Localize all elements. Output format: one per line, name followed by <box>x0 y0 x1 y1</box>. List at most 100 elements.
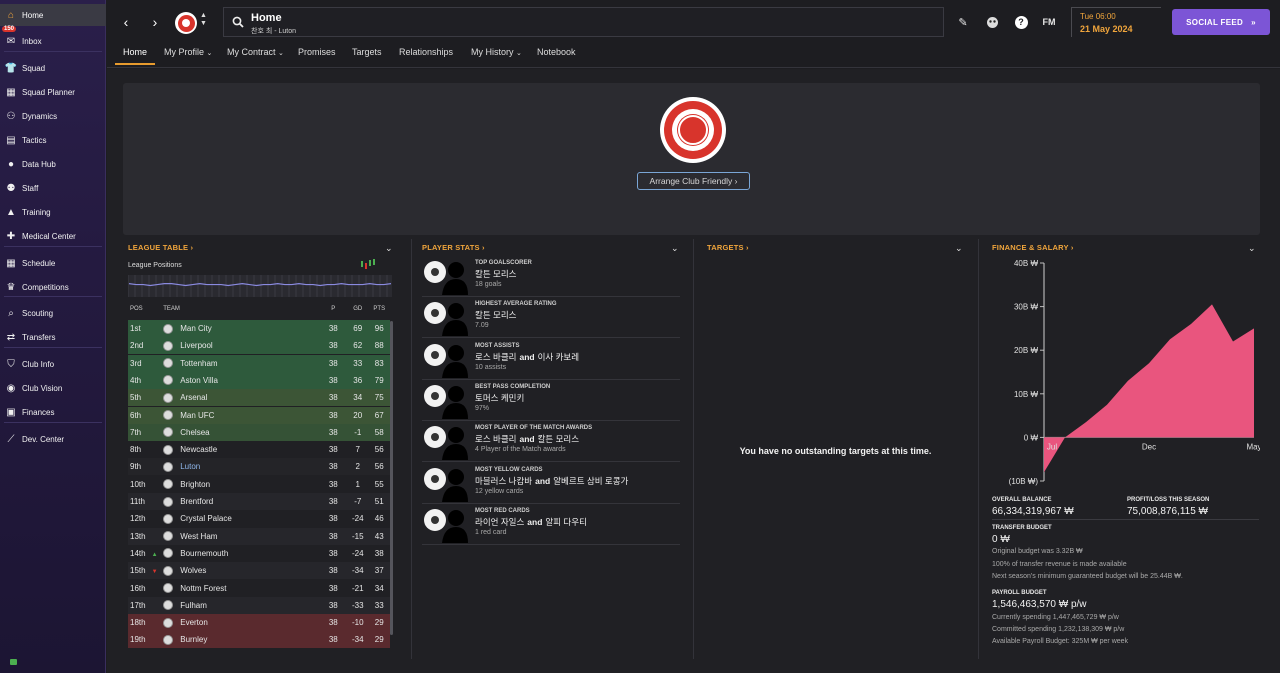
scrollbar[interactable] <box>390 321 393 635</box>
targets-panel: TARGETS › ⌄ You have no outstanding targ… <box>707 243 969 659</box>
stat-sub: 12 yellow cards <box>475 487 524 495</box>
help-icon[interactable]: ? <box>1013 14 1029 30</box>
assist-icon <box>422 342 468 378</box>
table-row[interactable]: 17th Fulham 38 -33 33 <box>128 596 390 614</box>
player-stat-item[interactable]: MOST ASSISTS 로스 바클리 and 이사 카보레 10 assists <box>422 340 680 380</box>
league-table-title[interactable]: LEAGUE TABLE › <box>128 243 193 252</box>
club-crest-icon <box>163 323 174 334</box>
sidebar-item-data-hub[interactable]: ● Data Hub <box>0 153 106 175</box>
club-crest-button[interactable] <box>175 12 197 34</box>
table-row[interactable]: 9th Luton 38 2 56 <box>128 458 390 476</box>
table-row[interactable]: 7th Chelsea 38 -1 58 <box>128 423 390 441</box>
targets-title[interactable]: TARGETS › <box>707 243 749 252</box>
player-stat-item[interactable]: TOP GOALSCORER 칼튼 모리스 18 goals <box>422 257 680 297</box>
player-stat-item[interactable]: HIGHEST AVERAGE RATING 칼튼 모리스 7.09 <box>422 298 680 339</box>
sidebar-item-scouting[interactable]: ⌕ Scouting <box>0 302 106 324</box>
stat-sub: 97% <box>475 404 490 412</box>
table-row[interactable]: 12th Crystal Palace 38 -24 46 <box>128 510 390 528</box>
tab-notebook[interactable]: Notebook <box>537 47 576 65</box>
chevron-down-icon[interactable]: ⌄ <box>955 243 963 254</box>
divider <box>978 239 979 659</box>
club-crest-icon <box>163 583 174 593</box>
table-cell-team: Arsenal <box>163 392 319 403</box>
social-feed-button[interactable]: SOCIAL FEED » <box>1172 9 1270 35</box>
finance-title[interactable]: FINANCE & SALARY › <box>992 243 1074 252</box>
table-cell-pts: 55 <box>374 479 384 489</box>
table-cell-gd: 33 <box>353 358 363 368</box>
club-crest-icon <box>163 634 174 645</box>
table-cell-played: 38 <box>328 324 338 333</box>
training-icon: ▲ <box>6 206 16 218</box>
sidebar-item-medical-center[interactable]: ✚ Medical Center <box>0 225 106 247</box>
table-row[interactable]: 3rd Tottenham 38 33 83 <box>128 354 390 372</box>
sidebar-item-label: Transfers <box>22 332 56 342</box>
player-stat-item[interactable]: MOST RED CARDS 라이언 자일스 and 알피 다우티 1 red card <box>422 505 680 545</box>
table-row[interactable]: 15th ▼ Wolves 38 -34 37 <box>128 562 390 580</box>
chevron-down-icon[interactable]: ⌄ <box>671 243 679 254</box>
tab-my-history[interactable]: My History ⌄ <box>471 47 522 65</box>
table-row[interactable]: 5th Arsenal 38 34 75 <box>128 389 390 407</box>
table-cell-gd: -1 <box>354 427 362 437</box>
player-stat-item[interactable]: MOST YELLOW CARDS 마블러스 나캄바 and 알베르트 삼비 로콩가 1… <box>422 464 680 504</box>
sidebar-item-home[interactable]: ⌂ Home <box>0 4 106 26</box>
tab-home[interactable]: Home <box>115 47 156 65</box>
sidebar-item-schedule[interactable]: ▦ Schedule <box>0 252 106 274</box>
table-row[interactable]: 2nd Liverpool 38 62 88 <box>128 337 390 355</box>
table-cell-pts: 51 <box>374 497 384 506</box>
table-row[interactable]: 1st Man City 38 69 96 <box>128 320 390 337</box>
sidebar-item-squad[interactable]: 👕 Squad <box>0 57 106 79</box>
team-talk-icon[interactable] <box>984 14 1000 30</box>
table-row[interactable]: 13th West Ham 38 -15 43 <box>128 527 390 545</box>
table-row[interactable]: 18th Everton 38 -10 29 <box>128 614 390 632</box>
stat-value: 로스 바클리 and 칼튼 모리스 <box>475 434 580 445</box>
sidebar-item-dynamics[interactable]: ⚇ Dynamics <box>0 105 106 127</box>
chevron-down-icon[interactable]: ⌄ <box>385 243 393 254</box>
table-row[interactable]: 6th Man UFC 38 20 67 <box>128 406 390 424</box>
table-row[interactable]: 8th Newcastle 38 7 56 <box>128 441 390 459</box>
table-cell-gd: -15 <box>351 531 364 541</box>
table-row[interactable]: 19th Burnley 38 -34 29 <box>128 631 390 649</box>
sidebar-item-training[interactable]: ▲ Training <box>0 201 106 223</box>
tab-relationships[interactable]: Relationships <box>399 47 453 65</box>
back-button[interactable]: ‹ <box>115 9 137 35</box>
stat-title: MOST RED CARDS <box>475 507 530 514</box>
sidebar-item-inbox[interactable]: ✉ 150 Inbox <box>0 26 106 52</box>
sidebar-item-tactics[interactable]: ▤ Tactics <box>0 129 106 151</box>
tab-targets[interactable]: Targets <box>352 47 382 65</box>
top-bar: ‹ › ▲ ▼ Home 찬호 최 - Luton ✎ ? FM Tue 06:0… <box>107 0 1280 44</box>
sidebar-item-staff[interactable]: ⚉ Staff <box>0 177 106 199</box>
date-display[interactable]: Tue 06:00 21 May 2024 <box>1071 7 1161 37</box>
sidebar-item-club-info[interactable]: ⛉ Club Info <box>0 353 106 375</box>
title-search-box[interactable]: Home 찬호 최 - Luton <box>223 7 944 37</box>
club-switch-chevrons-icon[interactable]: ▲ ▼ <box>200 12 207 28</box>
sidebar-item-label: Dev. Center <box>22 434 65 444</box>
stat-sub: 10 assists <box>475 363 507 371</box>
tab-my-contract[interactable]: My Contract ⌄ <box>227 47 284 65</box>
table-row[interactable]: 14th ▲ Bournemouth 38 -24 38 <box>128 544 390 562</box>
forward-button[interactable]: › <box>144 9 166 35</box>
sidebar-item-competitions[interactable]: ♛ Competitions <box>0 276 106 298</box>
table-row[interactable]: 10th Brighton 38 1 55 <box>128 475 390 493</box>
transfer-note: Original budget was 3.32B ₩ <box>992 548 1083 555</box>
sidebar-item-finances[interactable]: ▣ Finances <box>0 401 106 423</box>
table-row[interactable]: 4th Aston Villa 38 36 79 <box>128 371 390 389</box>
table-cell-team: Tottenham <box>163 358 319 369</box>
table-row[interactable]: 11th Brentford 38 -7 51 <box>128 493 390 510</box>
tab-my-profile[interactable]: My Profile ⌄ <box>164 47 212 65</box>
player-stat-item[interactable]: BEST PASS COMPLETION 토머스 케민키 97% <box>422 381 680 421</box>
app-window: ⌂ Home ✉ 150 Inbox 👕 Squad ▦ Squad Planner ⚇ Dynam… <box>0 0 1280 673</box>
sidebar-item-dev-center[interactable]: ⟋ Dev. Center <box>0 428 106 450</box>
chevron-down-icon[interactable]: ⌄ <box>1248 243 1256 254</box>
fm-menu-button[interactable]: FM <box>1041 14 1057 30</box>
sidebar-item-squad-planner[interactable]: ▦ Squad Planner <box>0 81 106 103</box>
edit-icon[interactable]: ✎ <box>955 14 971 30</box>
arrange-friendly-button[interactable]: Arrange Club Friendly › <box>637 172 750 190</box>
table-row[interactable]: 16th Nottm Forest 38 -21 34 <box>128 579 390 597</box>
sidebar-item-club-vision[interactable]: ◉ Club Vision <box>0 377 106 399</box>
tab-promises[interactable]: Promises <box>298 47 336 65</box>
player-stat-item[interactable]: MOST PLAYER OF THE MATCH AWARDS 로스 바클리 and… <box>422 422 680 463</box>
table-cell-pts: 37 <box>374 566 384 576</box>
player-stats-title[interactable]: PLAYER STATS › <box>422 243 485 252</box>
sidebar-item-label: Home <box>22 10 44 20</box>
sidebar-item-transfers[interactable]: ⇄ Transfers <box>0 326 106 348</box>
